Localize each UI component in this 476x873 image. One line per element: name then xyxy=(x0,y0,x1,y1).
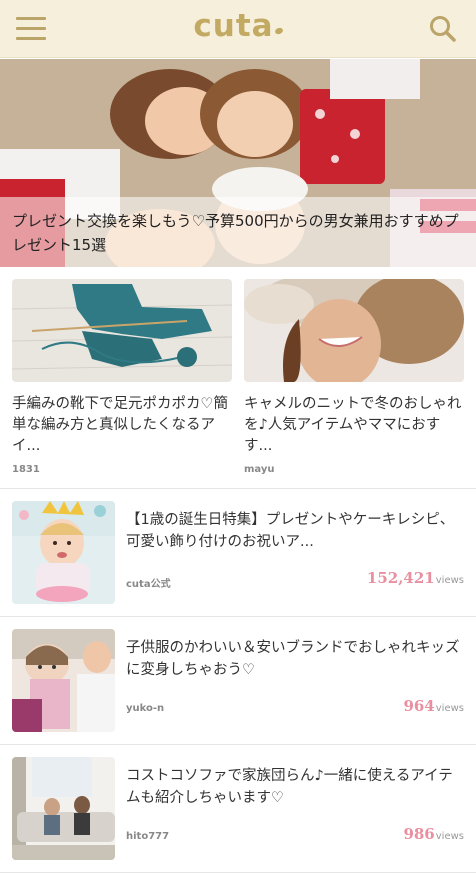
grid-card[interactable]: キャメルのニットで冬のおしゃれを♪人気アイテムやママにおすす... mayu xyxy=(244,279,464,475)
card-title: 手編みの靴下で足元ポカポカ♡簡単な編み方と真似したくなるアイ... xyxy=(12,396,228,454)
list-thumbnail xyxy=(12,757,115,860)
list-title: 子供服のかわいい＆安いブランドでおしゃれキッズに変身しちゃおう♡ xyxy=(126,640,460,678)
app-header: cuta xyxy=(0,0,476,58)
list-item[interactable]: 子供服のかわいい＆安いブランドでおしゃれキッズに変身しちゃおう♡ yuko-n … xyxy=(0,617,476,745)
list-author: hito777 xyxy=(126,831,170,842)
view-count: 986views xyxy=(403,825,464,843)
view-unit: views xyxy=(435,703,464,714)
view-count: 152,421views xyxy=(367,569,464,587)
view-number: 964 xyxy=(403,697,435,715)
list-thumbnail xyxy=(12,629,115,732)
view-number: 152,421 xyxy=(366,569,435,587)
view-unit: views xyxy=(435,831,464,842)
list-item[interactable]: 【1歳の誕生日特集】プレゼントやケーキレシピ、可愛い飾り付けのお祝いア... c… xyxy=(0,489,476,617)
view-unit: views xyxy=(435,575,464,586)
grid-card[interactable]: 手編みの靴下で足元ポカポカ♡簡単な編み方と真似したくなるアイ... 1831 xyxy=(12,279,232,475)
view-count: 964views xyxy=(403,697,464,715)
list-author: yuko-n xyxy=(126,703,165,714)
site-logo[interactable]: cuta xyxy=(0,8,476,44)
card-thumbnail xyxy=(244,279,464,382)
article-grid: 手編みの靴下で足元ポカポカ♡簡単な編み方と真似したくなるアイ... 1831 キ… xyxy=(0,267,476,489)
hero-caption: プレゼント交換を楽しもう♡予算500円からの男女兼用おすすめプレゼント15選 xyxy=(0,197,476,267)
card-title: キャメルのニットで冬のおしゃれを♪人気アイテムやママにおすす... xyxy=(244,396,462,454)
list-author: cuta公式 xyxy=(126,579,171,590)
featured-article[interactable]: プレゼント交換を楽しもう♡予算500円からの男女兼用おすすめプレゼント15選 xyxy=(0,59,476,267)
list-title: 【1歳の誕生日特集】プレゼントやケーキレシピ、可愛い飾り付けのお祝いア... xyxy=(126,512,455,550)
card-thumbnail xyxy=(12,279,232,382)
list-title: コストコソファで家族団らん♪一緒に使えるアイテムも紹介しちゃいます♡ xyxy=(126,768,453,806)
search-icon[interactable] xyxy=(428,14,458,44)
view-number: 986 xyxy=(403,825,435,843)
list-item[interactable]: コストコソファで家族団らん♪一緒に使えるアイテムも紹介しちゃいます♡ hito7… xyxy=(0,745,476,873)
logo-text: cuta xyxy=(193,8,274,44)
card-author: mayu xyxy=(244,464,275,475)
list-thumbnail xyxy=(12,501,115,604)
card-author: 1831 xyxy=(12,464,40,475)
